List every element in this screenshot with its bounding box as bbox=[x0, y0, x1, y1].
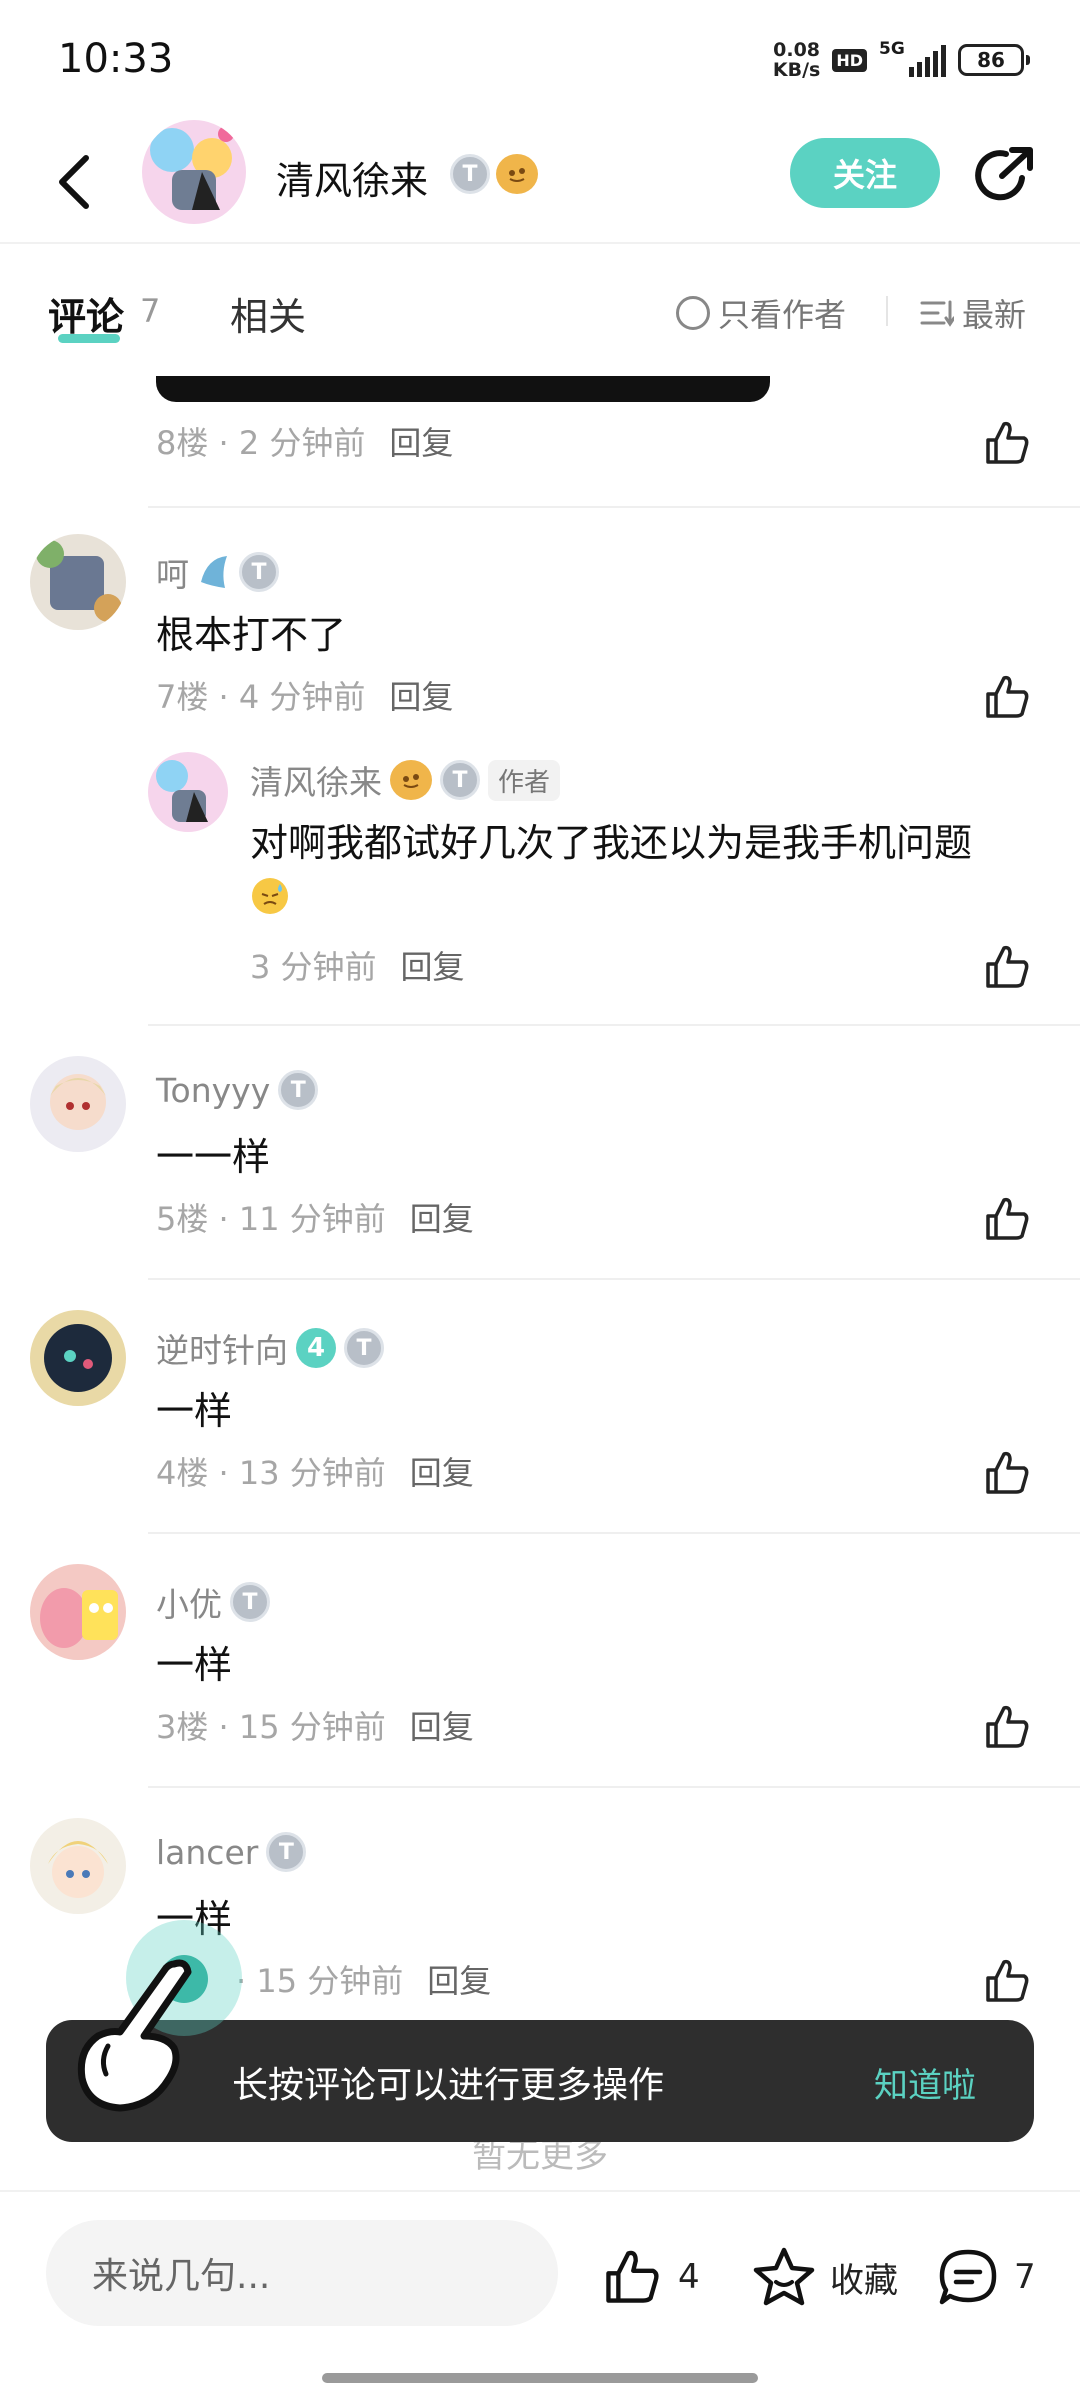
comment-author[interactable]: 小优 bbox=[156, 1578, 222, 1626]
reply-author[interactable]: 清风徐来 bbox=[250, 756, 382, 804]
bottom-action-bar: 来说几句... 4 收藏 7 bbox=[0, 2190, 1080, 2340]
comment-image[interactable] bbox=[156, 376, 770, 402]
share-button[interactable] bbox=[972, 144, 1036, 208]
comment-text: 一一样 bbox=[156, 1135, 271, 1179]
author-avatar[interactable] bbox=[142, 120, 246, 224]
comment-text: 一样 bbox=[156, 1389, 233, 1433]
like-icon[interactable] bbox=[982, 1448, 1032, 1498]
like-icon[interactable] bbox=[982, 418, 1032, 468]
comment-author[interactable]: 逆时针向 bbox=[156, 1324, 288, 1372]
divider bbox=[148, 1024, 1080, 1026]
radio-icon bbox=[676, 296, 710, 330]
comments-button[interactable]: 7 bbox=[936, 2246, 1036, 2308]
avatar[interactable] bbox=[30, 534, 126, 630]
divider bbox=[148, 506, 1080, 508]
divider bbox=[148, 1278, 1080, 1280]
avatar[interactable] bbox=[148, 752, 228, 832]
like-icon[interactable] bbox=[982, 672, 1032, 722]
avatar[interactable] bbox=[30, 1056, 126, 1152]
status-icons: 0.08 KB/s HD 5G 86 bbox=[772, 39, 1030, 81]
comment-meta: 5楼 · 11 分钟前 bbox=[156, 1200, 386, 1238]
comment-meta: 3楼 · 15 分钟前 bbox=[156, 1708, 386, 1746]
cookie-badge-icon bbox=[390, 760, 432, 800]
fish-badge-icon bbox=[201, 556, 227, 588]
avatar[interactable] bbox=[30, 1818, 126, 1914]
thumbs-up-icon bbox=[606, 2250, 659, 2303]
hand-pointer-icon bbox=[77, 1959, 192, 2112]
level-badge-icon: 4 bbox=[296, 1328, 336, 1368]
divider bbox=[148, 1786, 1080, 1788]
favorite-button[interactable]: 收藏 bbox=[752, 2246, 898, 2308]
reply-button[interactable]: 回复 bbox=[401, 942, 465, 988]
comment-author[interactable]: lancer bbox=[156, 1833, 258, 1872]
reply-button[interactable]: 回复 bbox=[389, 418, 453, 464]
like-button[interactable]: 4 bbox=[600, 2246, 700, 2308]
like-count: 4 bbox=[678, 2257, 700, 2297]
share-icon bbox=[975, 147, 1033, 201]
reply-meta: 3 分钟前 bbox=[250, 948, 377, 986]
back-button[interactable] bbox=[44, 146, 104, 218]
star-icon bbox=[753, 2247, 815, 2306]
like-icon[interactable] bbox=[982, 1956, 1032, 2006]
signal-icon: 5G bbox=[879, 39, 946, 77]
author-tag: 作者 bbox=[488, 759, 561, 801]
comment-tabs: 评论 7 相关 只看作者 最新 bbox=[0, 246, 1080, 376]
network-speed: 0.08 KB/s bbox=[772, 39, 821, 81]
tab-comments[interactable]: 评论 bbox=[48, 286, 124, 341]
reply-button[interactable]: 回复 bbox=[389, 672, 453, 718]
reply-button[interactable]: 回复 bbox=[427, 1956, 491, 2002]
sort-button[interactable]: 最新 bbox=[920, 290, 1026, 336]
comment-total: 7 bbox=[1014, 2257, 1036, 2297]
like-icon[interactable] bbox=[982, 942, 1032, 992]
author-only-toggle[interactable]: 只看作者 bbox=[676, 290, 846, 336]
chevron-left-icon bbox=[59, 155, 89, 209]
level-badge-icon: T bbox=[266, 1832, 307, 1872]
comment-text: 根本打不了 bbox=[156, 613, 347, 657]
comment-meta: 8楼 · 2 分钟前 bbox=[156, 424, 366, 462]
cookie-badge-icon bbox=[496, 154, 538, 194]
level-badge-icon: T bbox=[230, 1582, 270, 1622]
sort-icon bbox=[920, 300, 954, 327]
avatar[interactable] bbox=[30, 1310, 126, 1406]
comment-input[interactable]: 来说几句... bbox=[46, 2220, 558, 2326]
comment-meta: 4楼 · 13 分钟前 bbox=[156, 1454, 386, 1492]
level-badge-icon: T bbox=[440, 760, 480, 800]
status-bar: 10:33 0.08 KB/s HD 5G 86 bbox=[0, 0, 1080, 120]
home-indicator[interactable] bbox=[322, 2373, 758, 2383]
like-icon[interactable] bbox=[982, 1194, 1032, 1244]
level-badge-icon: T bbox=[450, 154, 490, 194]
battery-icon: 86 bbox=[958, 44, 1030, 76]
tip-text: 长按评论可以进行更多操作 bbox=[232, 2065, 665, 2106]
comment-text: 一样 bbox=[156, 1643, 233, 1687]
reply-button[interactable]: 回复 bbox=[410, 1702, 474, 1748]
comment-count: 7 bbox=[140, 292, 161, 330]
got-it-button[interactable]: 知道啦 bbox=[874, 2058, 976, 2107]
reply-button[interactable]: 回复 bbox=[410, 1448, 474, 1494]
author-name[interactable]: 清风徐来 bbox=[276, 150, 428, 205]
hd-icon: HD bbox=[832, 48, 867, 72]
comment-meta: 7楼 · 4 分钟前 bbox=[156, 678, 366, 716]
comment-author[interactable]: Tonyyy bbox=[156, 1071, 270, 1110]
tab-active-indicator bbox=[58, 334, 120, 343]
comment-meta: · 15 分钟前 bbox=[236, 1962, 404, 2000]
comment-author[interactable]: 呵 bbox=[156, 548, 189, 596]
header: 清风徐来 T 关注 bbox=[0, 120, 1080, 244]
follow-button[interactable]: 关注 bbox=[790, 138, 940, 208]
divider bbox=[148, 1532, 1080, 1534]
like-icon[interactable] bbox=[982, 1702, 1032, 1752]
reply-text: 对啊我都试好几次了我还以为是我手机问题 bbox=[250, 821, 973, 865]
divider bbox=[886, 296, 888, 326]
level-badge-icon: T bbox=[278, 1070, 319, 1110]
reply-button[interactable]: 回复 bbox=[410, 1194, 474, 1240]
level-badge-icon: T bbox=[239, 552, 279, 592]
level-badge-icon: T bbox=[344, 1328, 384, 1368]
tab-related[interactable]: 相关 bbox=[230, 286, 306, 341]
author-badges: T bbox=[450, 154, 538, 194]
status-time: 10:33 bbox=[58, 36, 174, 82]
avatar[interactable] bbox=[30, 1564, 126, 1660]
chat-bubble-icon bbox=[939, 2249, 997, 2305]
sweat-emoji-icon bbox=[252, 878, 288, 914]
